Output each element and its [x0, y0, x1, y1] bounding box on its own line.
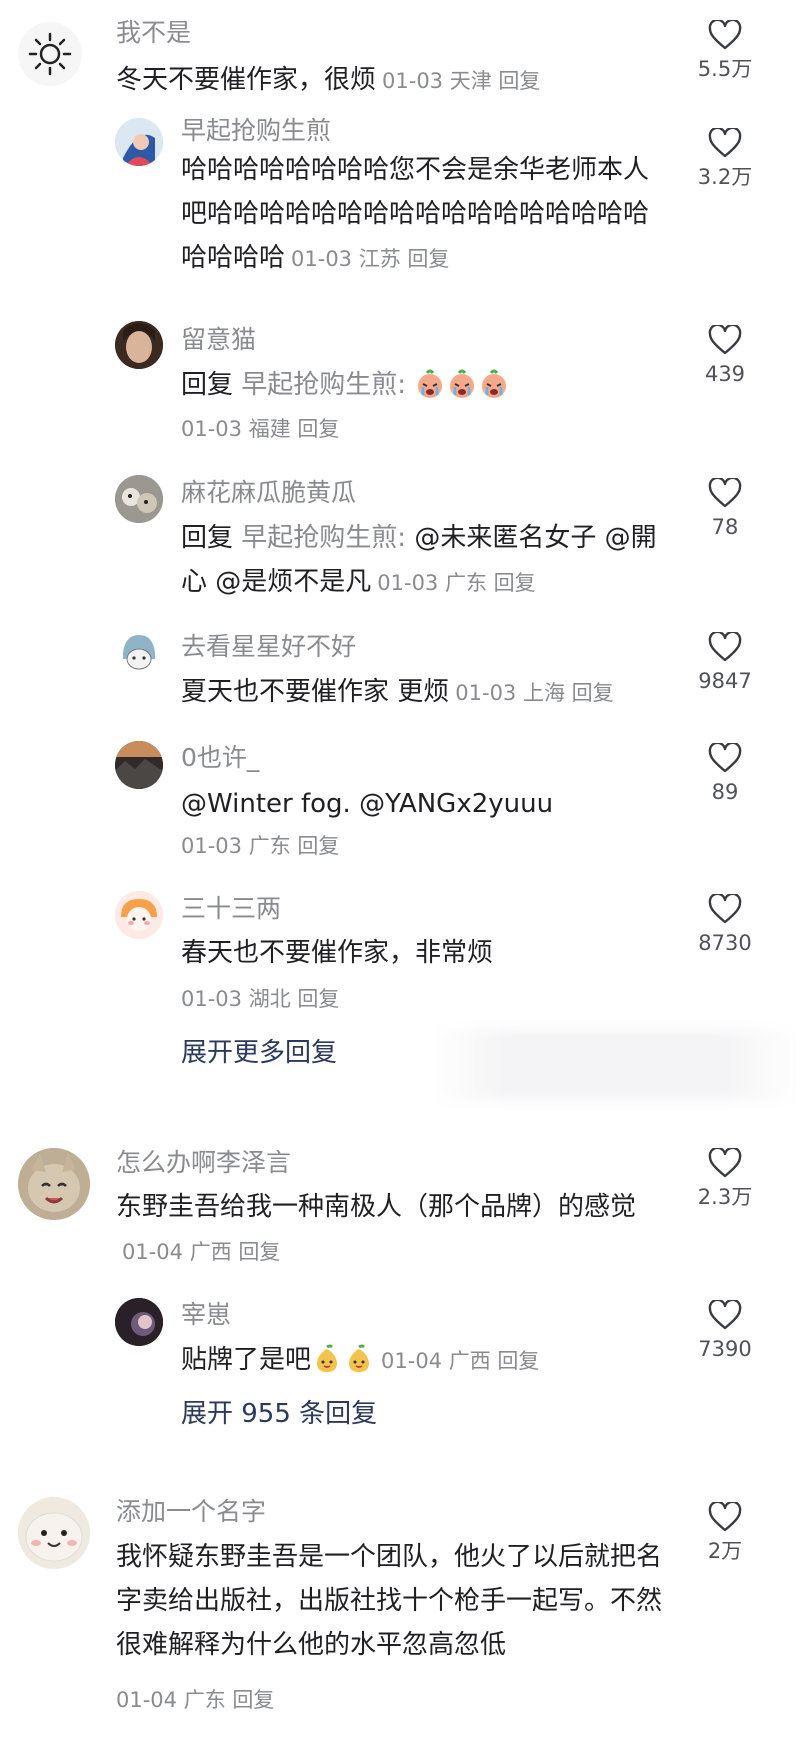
username[interactable]: 添加一个名字: [116, 1497, 266, 1527]
avatar-image: [115, 741, 163, 789]
like-button[interactable]: 3.2万: [685, 128, 765, 190]
heart-outline-icon: [708, 1148, 742, 1178]
reply-prefix: 回复: [181, 370, 234, 400]
like-count: 2.3万: [697, 1185, 753, 1209]
comment-meta[interactable]: 01-03 福建 回复: [181, 414, 339, 444]
username[interactable]: 三十三两: [181, 894, 281, 924]
like-button[interactable]: 5.5万: [685, 20, 765, 82]
comment-text: 夏天也不要催作家 更烦 01-03 上海 回复: [181, 670, 671, 715]
avatar[interactable]: [115, 891, 163, 939]
username[interactable]: 留意猫: [181, 325, 256, 355]
like-count: 89: [711, 780, 739, 804]
sun-icon: [28, 32, 72, 76]
reply-prefix: 回复: [181, 523, 234, 553]
comment-body: 冬天不要催作家，很烦: [116, 65, 377, 95]
comment-meta[interactable]: 01-04 广西 回复: [381, 1349, 539, 1373]
comment-meta[interactable]: 01-03 广东 回复: [181, 831, 339, 861]
avatar[interactable]: [115, 1298, 163, 1346]
username[interactable]: 怎么办啊李泽言: [116, 1148, 291, 1178]
like-button[interactable]: 2.3万: [685, 1148, 765, 1210]
like-button[interactable]: 439: [685, 325, 765, 387]
pear-emoji: [317, 1344, 338, 1372]
heart-outline-icon: [708, 128, 742, 158]
comment-text: 回复 早起抢购生煎: @未来匿名女子 @開心 @是烦不是凡 01-03 广东 回复: [181, 516, 671, 605]
heart-outline-icon: [708, 743, 742, 773]
like-button[interactable]: 78: [685, 478, 765, 540]
like-count: 9847: [698, 669, 752, 693]
reply-target[interactable]: 早起抢购生煎:: [241, 523, 406, 553]
comment-text: 东野圭吾给我一种南极人（那个品牌）的感觉 01-04 广西 回复: [116, 1185, 656, 1274]
avatar[interactable]: [115, 741, 163, 789]
like-button[interactable]: 89: [685, 743, 765, 805]
comment-meta[interactable]: 01-03 湖北 回复: [181, 984, 339, 1014]
username[interactable]: 我不是: [116, 18, 191, 48]
expand-955-replies-button[interactable]: 展开 955 条回复: [181, 1397, 377, 1431]
avatar-image: [115, 118, 163, 166]
username[interactable]: 麻花麻瓜脆黄瓜: [181, 478, 356, 508]
like-button[interactable]: 8730: [685, 894, 765, 956]
comment-meta[interactable]: 01-03 广东 回复: [377, 571, 535, 595]
like-count: 439: [704, 362, 746, 386]
avatar[interactable]: [115, 475, 163, 523]
crying-face-emoji: [482, 369, 507, 398]
like-count: 3.2万: [697, 165, 753, 189]
reply-target[interactable]: 早起抢购生煎:: [241, 370, 406, 400]
comment-text: 哈哈哈哈哈哈哈哈您不会是余华老师本人吧哈哈哈哈哈哈哈哈哈哈哈哈哈哈哈哈哈哈哈哈哈…: [181, 148, 671, 281]
heart-outline-icon: [708, 1300, 742, 1330]
comment-text: 贴牌了是吧 01-04 广西 回复: [181, 1338, 671, 1383]
crying-face-emoji: [418, 369, 443, 398]
avatar[interactable]: [115, 321, 163, 369]
username[interactable]: 早起抢购生煎: [181, 116, 331, 146]
avatar-image: [115, 629, 163, 677]
comment-meta[interactable]: 01-04 广西 回复: [122, 1240, 280, 1264]
username[interactable]: 去看星星好不好: [181, 632, 356, 662]
heart-outline-icon: [708, 325, 742, 355]
avatar[interactable]: [115, 118, 163, 166]
comment-body: 夏天也不要催作家 更烦: [181, 677, 450, 707]
like-button[interactable]: 7390: [685, 1300, 765, 1362]
avatar-image: [18, 1497, 90, 1569]
avatar-image: [115, 1298, 163, 1346]
username[interactable]: 宰崽: [181, 1300, 231, 1330]
heart-outline-icon: [708, 478, 742, 508]
comment-text: 春天也不要催作家，非常烦: [181, 931, 671, 975]
like-count: 7390: [698, 1337, 752, 1361]
like-button[interactable]: 2万: [685, 1502, 765, 1564]
heart-outline-icon: [708, 894, 742, 924]
avatar-image: [115, 475, 163, 523]
avatar[interactable]: [18, 22, 82, 86]
comment-body[interactable]: @Winter fog. @YANGx2yuuu: [181, 789, 553, 819]
like-count: 78: [711, 515, 739, 539]
comment-meta[interactable]: 01-03 江苏 回复: [291, 247, 449, 271]
crying-face-emoji: [450, 369, 475, 398]
comment-meta[interactable]: 01-03 上海 回复: [455, 681, 613, 705]
comment-body: 贴牌了是吧: [181, 1345, 312, 1375]
avatar[interactable]: [18, 1497, 90, 1569]
comment-body: 春天也不要催作家，非常烦: [181, 938, 494, 968]
username[interactable]: 0也许_: [181, 743, 259, 773]
comment-body: 我怀疑东野圭吾是一个团队，他火了以后就把名字卖给出版社，出版社找十个枪手一起写。…: [116, 1542, 663, 1660]
like-button[interactable]: 9847: [685, 632, 765, 694]
comment-body: 东野圭吾给我一种南极人（那个品牌）的感觉: [116, 1192, 637, 1222]
comment-text: 回复 早起抢购生煎:: [181, 363, 671, 407]
heart-outline-icon: [708, 20, 742, 50]
heart-outline-icon: [708, 1502, 742, 1532]
comment-text: @Winter fog. @YANGx2yuuu: [181, 782, 671, 826]
comment-meta[interactable]: 01-03 天津 回复: [382, 69, 540, 93]
blurred-overlay: [430, 1030, 800, 1100]
like-count: 5.5万: [697, 57, 753, 81]
like-count: 2万: [707, 1539, 743, 1563]
avatar[interactable]: [18, 1148, 90, 1220]
like-count: 8730: [698, 931, 752, 955]
expand-more-replies-button[interactable]: 展开更多回复: [181, 1036, 337, 1070]
avatar-image: [115, 891, 163, 939]
avatar[interactable]: [115, 629, 163, 677]
comment-text: 冬天不要催作家，很烦 01-03 天津 回复: [116, 58, 656, 103]
comment-text: 我怀疑东野圭吾是一个团队，他火了以后就把名字卖给出版社，出版社找十个枪手一起写。…: [116, 1535, 664, 1667]
heart-outline-icon: [708, 632, 742, 662]
pear-emoji: [349, 1344, 370, 1372]
avatar-image: [115, 321, 163, 369]
avatar-image: [18, 1148, 90, 1220]
comment-meta[interactable]: 01-04 广东 回复: [116, 1685, 274, 1715]
